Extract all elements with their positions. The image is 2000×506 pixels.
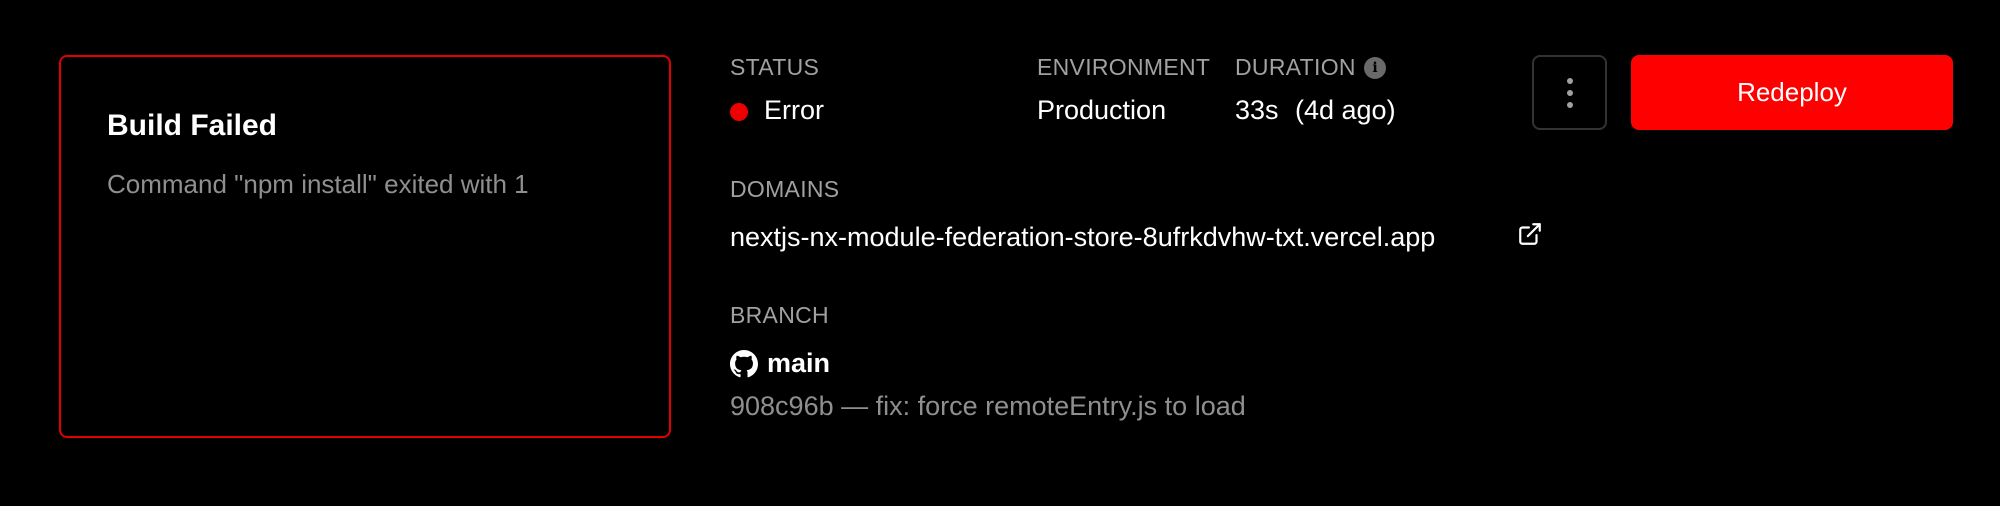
- domain-link[interactable]: nextjs-nx-module-federation-store-8ufrkd…: [730, 222, 1435, 253]
- environment-label: ENVIRONMENT: [1037, 54, 1211, 80]
- info-icon[interactable]: i: [1364, 57, 1386, 79]
- build-error-card: Build Failed Command "npm install" exite…: [59, 55, 671, 438]
- duration-value: 33s: [1235, 95, 1279, 125]
- branch-name-link[interactable]: main: [767, 348, 830, 379]
- environment-value: Production: [1037, 95, 1167, 125]
- duration-relative: (4d ago): [1295, 95, 1396, 125]
- status-value: Error: [764, 95, 824, 125]
- error-title: Build Failed: [107, 109, 278, 142]
- status-error-dot-icon: [730, 103, 748, 121]
- commit-message-link[interactable]: 908c96b — fix: force remoteEntry.js to l…: [730, 391, 1246, 422]
- github-icon: [730, 350, 758, 378]
- external-link-icon[interactable]: [1517, 221, 1543, 247]
- more-vertical-icon: [1566, 77, 1573, 108]
- branch-label: BRANCH: [730, 302, 829, 328]
- redeploy-button[interactable]: Redeploy: [1631, 55, 1953, 130]
- duration-label: DURATION: [1235, 54, 1356, 80]
- error-message: Command "npm install" exited with 1: [107, 169, 529, 199]
- domains-label: DOMAINS: [730, 176, 840, 202]
- status-label: STATUS: [730, 54, 820, 80]
- more-options-button[interactable]: [1532, 55, 1607, 130]
